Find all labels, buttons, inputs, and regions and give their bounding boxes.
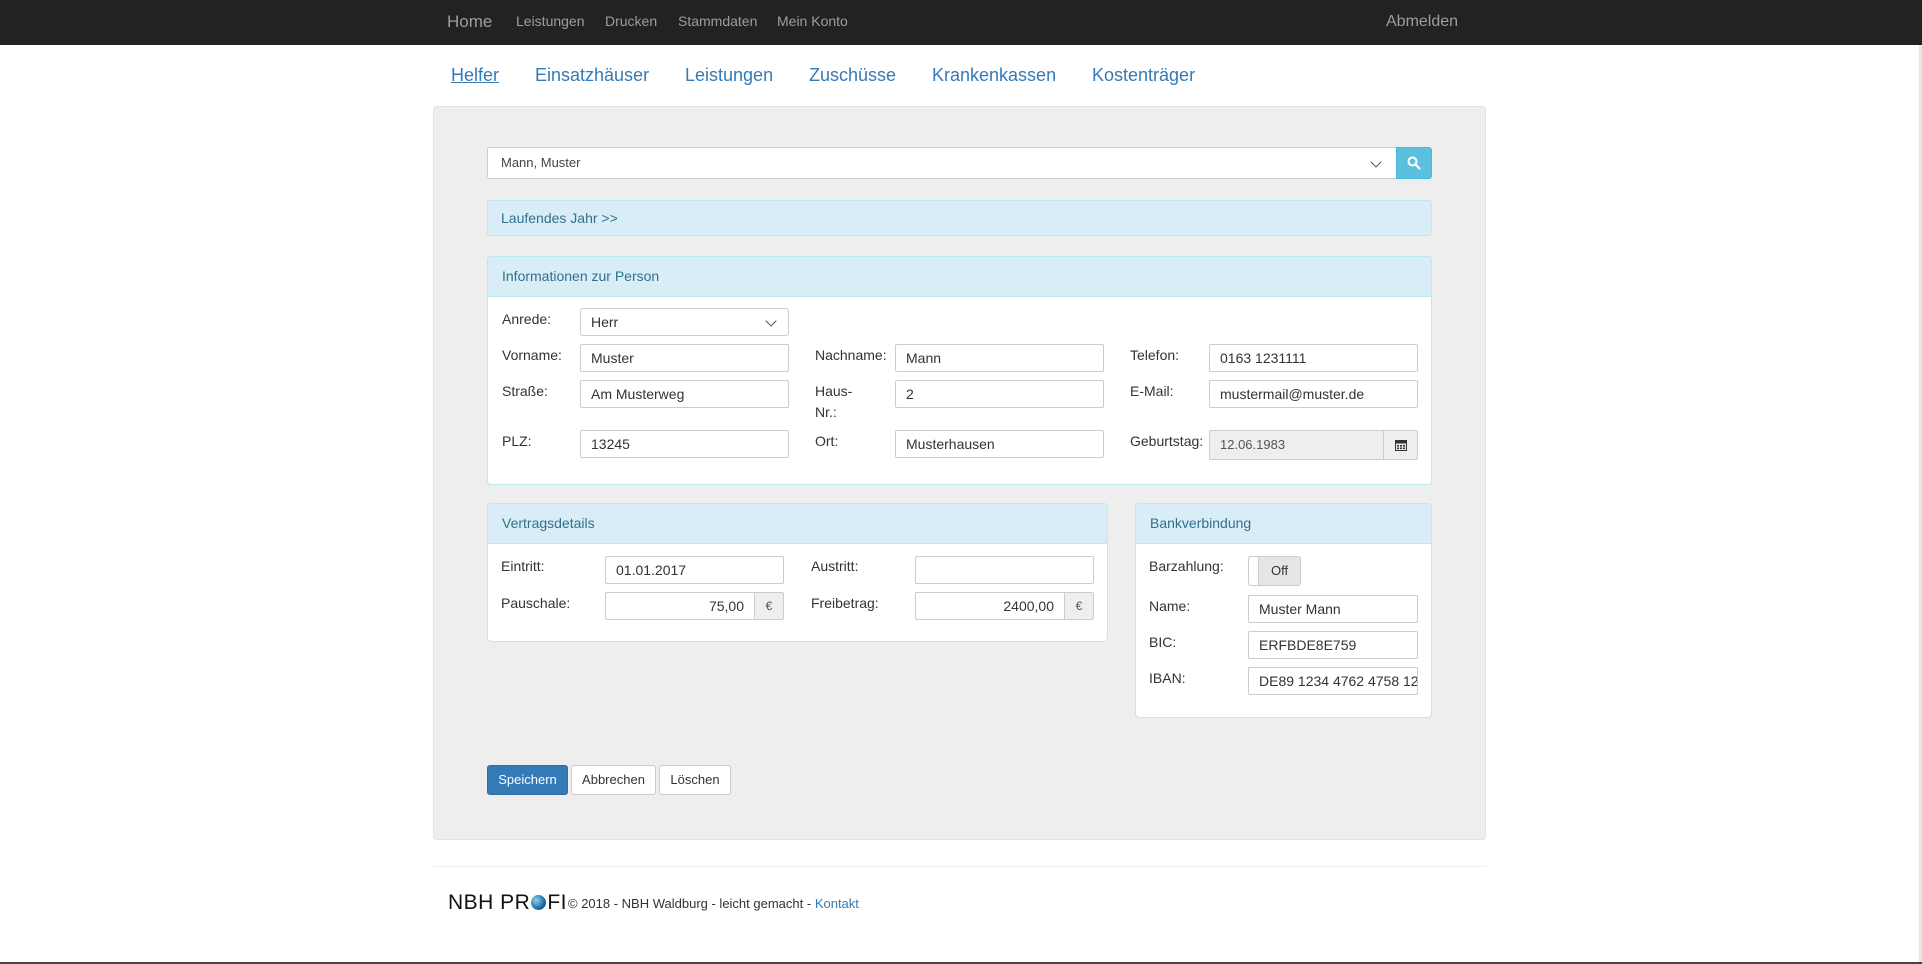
vorname-label: Vorname: [502,347,562,363]
bank-name-label: Name: [1149,598,1191,614]
footer-text: © 2018 - NBH Waldburg - leicht gemacht -… [568,895,859,913]
logo-text-right: FI [547,891,568,914]
footer-divider [433,866,1486,867]
geburtstag-field[interactable]: 12.06.1983 [1209,430,1384,460]
hausnr-field[interactable]: 2 [895,380,1104,408]
email-label: E-Mail: [1130,383,1174,399]
tab-einsatzhaeuser[interactable]: Einsatzhäuser [535,62,649,88]
ort-label: Ort: [815,433,839,449]
strasse-label: Straße: [502,383,548,399]
bank-panel-header: Bankverbindung [1136,504,1431,544]
contract-panel-header: Vertragsdetails [488,504,1107,544]
anrede-value: Herr [591,314,619,330]
nav-drucken[interactable]: Drucken [605,0,657,43]
chevron-down-icon [765,315,777,327]
nav-home[interactable]: Home [447,0,492,43]
ort-field[interactable]: Musterhausen [895,430,1104,458]
pauschale-currency: € [754,592,784,620]
tab-helfer[interactable]: Helfer [451,62,499,88]
pauschale-label: Pauschale: [501,595,571,611]
tab-krankenkassen[interactable]: Krankenkassen [932,62,1056,88]
hausnr-label-line2: Nr.: [815,404,837,420]
nav-logout[interactable]: Abmelden [1386,0,1458,43]
footer-copyright: © 2018 - NBH Waldburg - leicht gemacht - [568,896,815,911]
contract-panel-title: Vertragsdetails [502,515,595,531]
barzahlung-toggle[interactable]: Off [1248,556,1301,586]
current-year-label: Laufendes Jahr >> [501,210,618,226]
calendar-button[interactable] [1383,430,1418,460]
anrede-label: Anrede: [502,311,552,327]
nachname-label: Nachname: [815,347,887,363]
cancel-button[interactable]: Abbrechen [571,765,656,795]
delete-button[interactable]: Löschen [659,765,731,795]
barzahlung-label: Barzahlung: [1149,558,1224,574]
freibetrag-currency: € [1064,592,1094,620]
barzahlung-state: Off [1271,563,1289,578]
bic-field[interactable]: ERFBDE8E759 [1248,631,1418,659]
hausnr-label-line1: Haus- [815,383,853,399]
freibetrag-label: Freibetrag: [811,595,879,611]
save-button[interactable]: Speichern [487,765,568,795]
bank-name-field[interactable]: Muster Mann [1248,595,1418,623]
eintritt-field[interactable]: 01.01.2017 [605,556,784,584]
email-field[interactable]: mustermail@muster.de [1209,380,1418,408]
footer-contact-link[interactable]: Kontakt [815,896,859,911]
bank-panel-title: Bankverbindung [1150,515,1252,531]
plz-field[interactable]: 13245 [580,430,789,458]
person-select[interactable]: Mann, Muster [487,147,1397,179]
nav-mein-konto[interactable]: Mein Konto [777,0,848,43]
nav-leistungen[interactable]: Leistungen [516,0,585,43]
person-panel-header: Informationen zur Person [488,257,1431,297]
nav-stammdaten[interactable]: Stammdaten [678,0,757,43]
logo-text-left: NBH PR [448,891,531,914]
person-panel-title: Informationen zur Person [502,268,660,284]
bic-label: BIC: [1149,634,1177,650]
nachname-field[interactable]: Mann [895,344,1104,372]
tab-zuschuesse[interactable]: Zuschüsse [809,62,896,88]
current-year-bar[interactable]: Laufendes Jahr >> [487,200,1432,236]
iban-label: IBAN: [1149,670,1186,686]
search-icon [1407,156,1421,170]
calendar-icon [1395,440,1407,451]
geburtstag-label: Geburtstag: [1130,433,1204,449]
tab-kostentraeger[interactable]: Kostenträger [1092,62,1195,88]
vorname-field[interactable]: Muster [580,344,789,372]
logo-globe-icon [531,895,547,910]
top-navbar: Home Leistungen Drucken Stammdaten Mein … [0,0,1922,45]
plz-label: PLZ: [502,433,532,449]
telefon-label: Telefon: [1130,347,1180,363]
iban-field[interactable]: DE89 1234 4762 4758 12 [1248,667,1418,695]
toggle-handle [1249,557,1259,585]
nbh-profi-logo: NBH PR FI [448,890,567,916]
austritt-field[interactable] [915,556,1094,584]
eintritt-label: Eintritt: [501,558,545,574]
freibetrag-field[interactable]: 2400,00 [915,592,1065,620]
person-select-value: Mann, Muster [501,155,581,170]
pauschale-field[interactable]: 75,00 [605,592,755,620]
anrede-select[interactable]: Herr [580,308,789,336]
strasse-field[interactable]: Am Musterweg [580,380,789,408]
telefon-field[interactable]: 0163 1231111 [1209,344,1418,372]
austritt-label: Austritt: [811,558,859,574]
tab-leistungen[interactable]: Leistungen [685,62,773,88]
search-button[interactable] [1396,147,1432,179]
chevron-down-icon [1370,156,1382,168]
